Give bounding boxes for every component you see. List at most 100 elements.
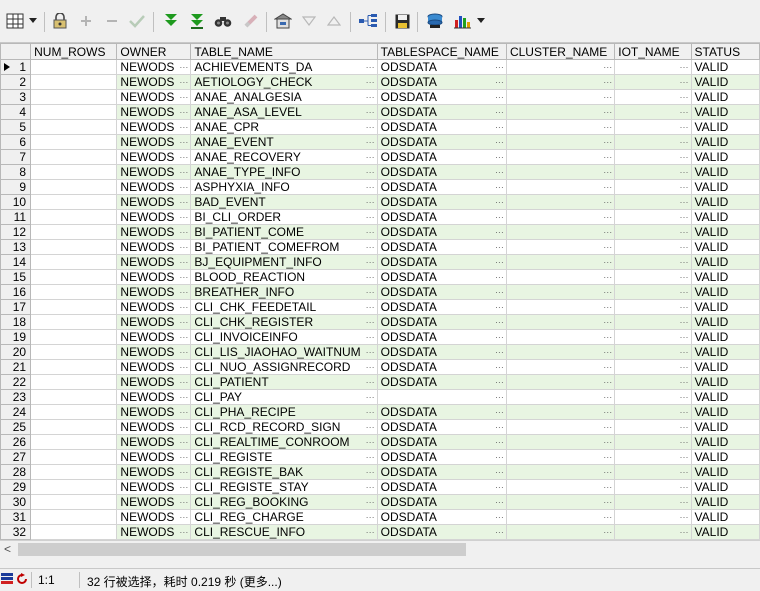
- num-rows-cell[interactable]: [30, 314, 118, 330]
- row-number[interactable]: 14: [0, 254, 32, 270]
- cell-editor-button[interactable]: ···: [366, 346, 375, 359]
- cell-editor-button[interactable]: ···: [603, 106, 612, 119]
- cluster-name-cell[interactable]: ···: [505, 404, 616, 420]
- cell-editor-button[interactable]: ···: [366, 301, 375, 314]
- status-cell[interactable]: VALID: [690, 239, 760, 255]
- cell-editor-button[interactable]: ···: [495, 496, 504, 509]
- status-cell[interactable]: VALID: [690, 329, 760, 345]
- cell-editor-button[interactable]: ···: [179, 436, 188, 449]
- table-row[interactable]: 5 NEWODS ··· ANAE_CPR ··· ODSDATA ··· ··· ··· VAL…: [0, 119, 760, 135]
- row-number[interactable]: 12: [0, 224, 32, 240]
- cell-editor-button[interactable]: ···: [495, 181, 504, 194]
- owner-cell[interactable]: NEWODS ···: [116, 239, 192, 255]
- table-name-cell[interactable]: AETIOLOGY_CHECK ···: [190, 74, 378, 90]
- iot-name-cell[interactable]: ···: [614, 524, 692, 540]
- owner-cell[interactable]: NEWODS ···: [116, 149, 192, 165]
- cell-editor-button[interactable]: ···: [366, 256, 375, 269]
- cell-editor-button[interactable]: ···: [680, 196, 689, 209]
- tablespace-cell[interactable]: ODSDATA ···: [376, 74, 507, 90]
- cluster-name-cell[interactable]: ···: [505, 119, 616, 135]
- cell-editor-button[interactable]: ···: [680, 526, 689, 539]
- dropdown-arrow-icon[interactable]: [27, 10, 39, 32]
- row-number[interactable]: 7: [0, 149, 32, 165]
- cell-editor-button[interactable]: ···: [680, 376, 689, 389]
- filter-icon[interactable]: [299, 10, 319, 32]
- tablespace-cell[interactable]: ODSDATA ···: [376, 344, 507, 360]
- cell-editor-button[interactable]: ···: [179, 361, 188, 374]
- cluster-name-cell[interactable]: ···: [505, 194, 616, 210]
- cell-editor-button[interactable]: ···: [366, 91, 375, 104]
- cell-editor-button[interactable]: ···: [366, 121, 375, 134]
- tablespace-cell[interactable]: ODSDATA ···: [376, 479, 507, 495]
- owner-cell[interactable]: NEWODS ···: [116, 89, 192, 105]
- iot-name-cell[interactable]: ···: [614, 224, 692, 240]
- cell-editor-button[interactable]: ···: [603, 181, 612, 194]
- owner-cell[interactable]: NEWODS ···: [116, 389, 192, 405]
- owner-cell[interactable]: NEWODS ···: [116, 314, 192, 330]
- cell-editor-button[interactable]: ···: [366, 481, 375, 494]
- cluster-name-cell[interactable]: ···: [505, 359, 616, 375]
- row-number[interactable]: 13: [0, 239, 32, 255]
- cell-editor-button[interactable]: ···: [603, 121, 612, 134]
- cell-editor-button[interactable]: ···: [603, 391, 612, 404]
- table-name-cell[interactable]: CLI_CHK_REGISTER ···: [190, 314, 378, 330]
- owner-cell[interactable]: NEWODS ···: [116, 494, 192, 510]
- cell-editor-button[interactable]: ···: [366, 406, 375, 419]
- cell-editor-button[interactable]: ···: [179, 241, 188, 254]
- status-cell[interactable]: VALID: [690, 509, 760, 525]
- cell-editor-button[interactable]: ···: [179, 256, 188, 269]
- table-row[interactable]: 22 NEWODS ··· CLI_PATIENT ··· ODSDATA ··· ··· ··…: [0, 374, 760, 390]
- iot-name-cell[interactable]: ···: [614, 359, 692, 375]
- tablespace-cell[interactable]: ODSDATA ···: [376, 269, 507, 285]
- table-name-cell[interactable]: BI_PATIENT_COMEFROM ···: [190, 239, 378, 255]
- cell-editor-button[interactable]: ···: [603, 436, 612, 449]
- cell-editor-button[interactable]: ···: [179, 76, 188, 89]
- iot-name-cell[interactable]: ···: [614, 59, 692, 75]
- table-row[interactable]: 4 NEWODS ··· ANAE_ASA_LEVEL ··· ODSDATA ··· ···…: [0, 104, 760, 120]
- table-row[interactable]: 31 NEWODS ··· CLI_REG_CHARGE ··· ODSDATA ··· ··…: [0, 509, 760, 525]
- row-number[interactable]: 29: [0, 479, 32, 495]
- cell-editor-button[interactable]: ···: [603, 76, 612, 89]
- table-row[interactable]: 18 NEWODS ··· CLI_CHK_REGISTER ··· ODSDATA ···…: [0, 314, 760, 330]
- cell-editor-button[interactable]: ···: [366, 451, 375, 464]
- cell-editor-button[interactable]: ···: [495, 121, 504, 134]
- cell-editor-button[interactable]: ···: [495, 241, 504, 254]
- cell-editor-button[interactable]: ···: [179, 391, 188, 404]
- num-rows-cell[interactable]: [30, 404, 118, 420]
- num-rows-cell[interactable]: [30, 389, 118, 405]
- iot-name-cell[interactable]: ···: [614, 134, 692, 150]
- row-number[interactable]: 20: [0, 344, 32, 360]
- cell-editor-button[interactable]: ···: [603, 376, 612, 389]
- cluster-name-cell[interactable]: ···: [505, 344, 616, 360]
- cell-editor-button[interactable]: ···: [603, 61, 612, 74]
- cell-editor-button[interactable]: ···: [366, 511, 375, 524]
- tablespace-cell[interactable]: ODSDATA ···: [376, 449, 507, 465]
- table-row[interactable]: 32 NEWODS ··· CLI_RESCUE_INFO ··· ODSDATA ··· ·…: [0, 524, 760, 540]
- cell-editor-button[interactable]: ···: [495, 361, 504, 374]
- iot-name-cell[interactable]: ···: [614, 209, 692, 225]
- cell-editor-button[interactable]: ···: [603, 406, 612, 419]
- cell-editor-button[interactable]: ···: [179, 496, 188, 509]
- cluster-name-cell[interactable]: ···: [505, 419, 616, 435]
- tablespace-cell[interactable]: ODSDATA ···: [376, 359, 507, 375]
- cell-editor-button[interactable]: ···: [179, 226, 188, 239]
- status-cell[interactable]: VALID: [690, 299, 760, 315]
- owner-cell[interactable]: NEWODS ···: [116, 449, 192, 465]
- cell-editor-button[interactable]: ···: [179, 406, 188, 419]
- cell-editor-button[interactable]: ···: [680, 511, 689, 524]
- cell-editor-button[interactable]: ···: [179, 181, 188, 194]
- num-rows-cell[interactable]: [30, 134, 118, 150]
- cell-editor-button[interactable]: ···: [366, 376, 375, 389]
- iot-name-cell[interactable]: ···: [614, 419, 692, 435]
- cell-editor-button[interactable]: ···: [495, 61, 504, 74]
- num-rows-cell[interactable]: [30, 74, 118, 90]
- tablespace-cell[interactable]: ODSDATA ···: [376, 509, 507, 525]
- cluster-name-cell[interactable]: ···: [505, 134, 616, 150]
- cell-editor-button[interactable]: ···: [495, 196, 504, 209]
- table-row[interactable]: 12 NEWODS ··· BI_PATIENT_COME ··· ODSDATA ··· ·…: [0, 224, 760, 240]
- cell-editor-button[interactable]: ···: [680, 181, 689, 194]
- cluster-name-cell[interactable]: ···: [505, 389, 616, 405]
- owner-cell[interactable]: NEWODS ···: [116, 359, 192, 375]
- table-row[interactable]: 25 NEWODS ··· CLI_RCD_RECORD_SIGN ··· ODSDATA…: [0, 419, 760, 435]
- cell-editor-button[interactable]: ···: [495, 526, 504, 539]
